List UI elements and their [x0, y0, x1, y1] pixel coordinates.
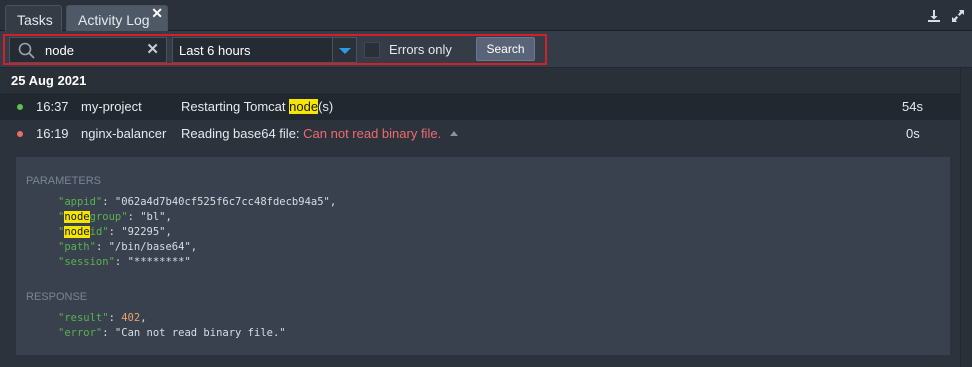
search-button[interactable]: Search: [476, 37, 535, 61]
log-date: 25 Aug 2021: [11, 73, 87, 88]
date-header: 25 Aug 2021: [0, 68, 972, 92]
search-icon: [18, 42, 35, 59]
tab-bar: Tasks Activity Log ✕: [0, 0, 972, 31]
parameters-code: "appid": "062a4d7b40cf525f6c7cc48fdecb94…: [58, 196, 337, 268]
log-details-panel: PARAMETERS "appid": "062a4d7b40cf525f6c7…: [16, 157, 950, 355]
scrollbar[interactable]: [960, 68, 972, 367]
close-icon[interactable]: ✕: [151, 6, 163, 20]
log-row[interactable]: 16:19 nginx-balancer Reading base64 file…: [0, 120, 960, 147]
period-select-value: Last 6 hours: [179, 43, 251, 58]
expand-icon[interactable]: [951, 9, 965, 23]
log-project: nginx-balancer: [81, 126, 167, 141]
log-duration: 54s: [902, 99, 923, 114]
errors-only-label[interactable]: Errors only: [389, 42, 452, 57]
tab-activity-log[interactable]: Activity Log ✕: [66, 5, 168, 31]
chevron-down-icon[interactable]: [332, 38, 356, 62]
log-time: 16:37: [36, 99, 69, 114]
error-text: Can not read binary file.: [303, 126, 442, 141]
tab-tasks[interactable]: Tasks: [5, 5, 62, 31]
errors-only-checkbox[interactable]: [364, 42, 380, 58]
log-row[interactable]: 16:37 my-project Restarting Tomcat node(…: [0, 93, 960, 120]
status-error-icon: [17, 131, 23, 137]
tab-tasks-label: Tasks: [17, 12, 53, 28]
period-select[interactable]: Last 6 hours: [172, 37, 357, 63]
log-message: Reading base64 file: Can not read binary…: [181, 126, 459, 141]
clear-search-icon[interactable]: ✕: [146, 42, 159, 57]
download-icon[interactable]: [927, 9, 941, 23]
log-time: 16:19: [36, 126, 69, 141]
search-value: node: [45, 43, 74, 58]
status-success-icon: [17, 104, 23, 110]
search-highlight: node: [289, 99, 319, 114]
log-duration: 0s: [906, 126, 920, 141]
log-project: my-project: [81, 99, 142, 114]
parameters-title: PARAMETERS: [26, 175, 101, 187]
tab-activity-log-label: Activity Log: [78, 12, 150, 28]
response-code: "result": 402, "error": "Can not read bi…: [58, 312, 286, 339]
search-input[interactable]: node ✕: [9, 37, 167, 63]
log-message: Restarting Tomcat node(s): [181, 99, 334, 114]
response-title: RESPONSE: [26, 291, 88, 303]
collapse-caret-icon[interactable]: [450, 131, 459, 136]
